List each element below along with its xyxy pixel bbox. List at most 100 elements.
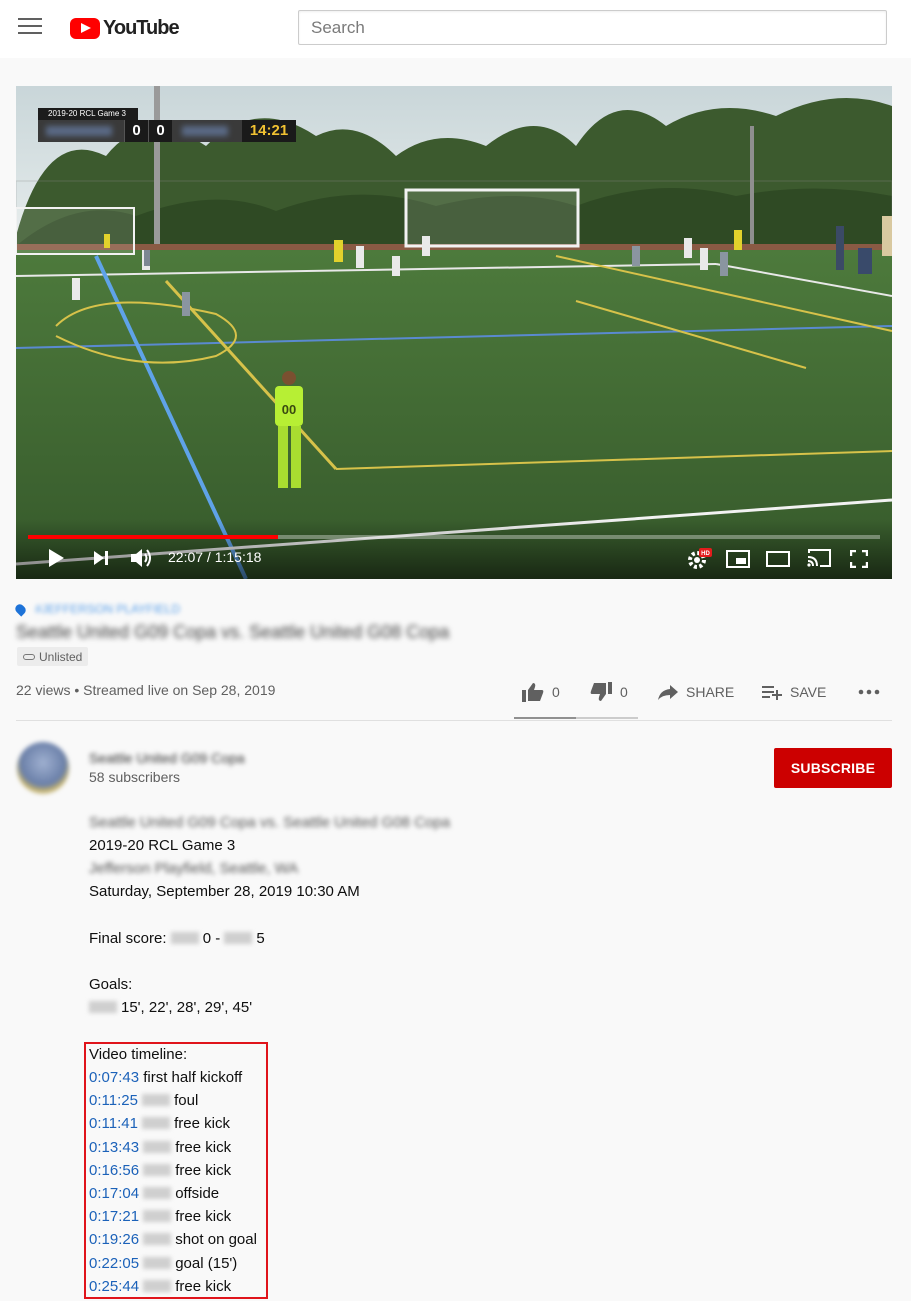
timeline-event: goal (15') (175, 1254, 238, 1272)
cast-icon[interactable] (806, 548, 832, 568)
timeline-entry: 0:11:41 free kick (89, 1115, 230, 1132)
video-player[interactable]: 00 2019-20 RCL Game 3 0 0 14:21 22:07 / … (16, 86, 892, 579)
next-icon[interactable] (92, 550, 110, 566)
fullscreen-icon[interactable] (850, 550, 868, 568)
miniplayer-icon[interactable] (726, 550, 750, 568)
subscribe-button[interactable]: SUBSCRIBE (774, 748, 892, 788)
time-readout: 22:07 / 1:15:18 (168, 549, 262, 565)
settings-icon[interactable]: HD (686, 548, 712, 570)
timeline-event: foul (174, 1092, 199, 1110)
timeline-entry: 0:19:26 shot on goal (89, 1231, 257, 1248)
volume-icon[interactable] (130, 547, 154, 569)
goals-label: Goals: (89, 976, 133, 993)
redacted-team (143, 1163, 172, 1176)
scoreboard-home-score: 0 (124, 120, 148, 142)
menu-icon[interactable] (18, 18, 42, 38)
timestamp-link[interactable]: 0:22:05 (89, 1255, 139, 1272)
redacted-team (143, 1187, 172, 1199)
seek-bar-played (28, 535, 278, 539)
redacted-team (142, 1094, 171, 1107)
redacted-team (143, 1233, 172, 1246)
more-horiz-icon (858, 689, 880, 695)
timeline-entry: 0:13:43 free kick (89, 1139, 231, 1156)
timeline-event: free kick (175, 1208, 232, 1226)
search-input[interactable] (298, 10, 887, 45)
description-line: 2019-20 RCL Game 3 (89, 837, 236, 854)
share-button[interactable]: SHARE (658, 680, 734, 704)
timeline-event: first half kickoff (143, 1069, 243, 1086)
svg-text:HD: HD (701, 551, 710, 557)
top-bar: YouTube (0, 0, 911, 58)
dislike-button[interactable]: 0 (590, 680, 628, 704)
video-frame: 00 (16, 86, 892, 579)
save-button[interactable]: SAVE (762, 680, 826, 704)
view-count-date: 22 views • Streamed live on Sep 28, 2019 (16, 682, 276, 698)
subscriber-count: 58 subscribers (89, 769, 181, 785)
timestamp-link[interactable]: 0:16:56 (89, 1162, 139, 1179)
timeline-entry: 0:11:25 foul (89, 1092, 198, 1109)
unlisted-badge: Unlisted (17, 647, 89, 666)
redacted-team (143, 1210, 172, 1223)
location-pin-icon (13, 601, 28, 617)
scoreboard-clock: 14:21 (242, 120, 296, 142)
goals-line: 15', 22', 28', 29', 45' (89, 999, 252, 1016)
timeline-entry: 0:07:43 first half kickoff (89, 1069, 242, 1086)
channel-avatar[interactable] (17, 742, 69, 794)
like-count: 0 (552, 684, 560, 700)
timestamp-link[interactable]: 0:17:04 (89, 1185, 139, 1202)
timeline-entry: 0:17:04 offside (89, 1185, 219, 1202)
theater-mode-icon[interactable] (766, 551, 790, 567)
timestamp-link[interactable]: 0:13:43 (89, 1139, 139, 1156)
video-title: Seattle United G09 Copa vs. Seattle Unit… (16, 622, 450, 642)
timestamp-link[interactable]: 0:11:41 (89, 1115, 138, 1132)
jersey-number: 00 (282, 402, 296, 417)
timeline-entry: 0:25:44 free kick (89, 1278, 231, 1295)
timeline-event: free kick (174, 1115, 230, 1133)
timeline-event: free kick (175, 1277, 232, 1295)
scoreboard-away-score: 0 (148, 120, 172, 142)
description-line: Seattle United G09 Copa vs. Seattle Unit… (89, 814, 451, 831)
final-score-line: Final score: 0 - 5 (89, 930, 265, 947)
location-hashtag[interactable]: #JEFFERSON PLAYFIELD (13, 601, 180, 617)
timestamp-link[interactable]: 0:19:26 (89, 1231, 139, 1248)
description-line: Saturday, September 28, 2019 10:30 AM (89, 883, 360, 900)
youtube-play-icon (70, 17, 100, 39)
scoreboard-away-team (172, 120, 242, 142)
thumbs-up-icon (522, 683, 544, 702)
dislike-count: 0 (620, 684, 628, 700)
timestamp-link[interactable]: 0:11:25 (89, 1092, 138, 1109)
link-icon (23, 653, 35, 660)
add-to-playlist-icon (762, 686, 782, 700)
timestamp-link[interactable]: 0:25:44 (89, 1278, 139, 1295)
timeline-event: shot on goal (175, 1231, 257, 1249)
share-icon (658, 685, 678, 700)
redacted-team (142, 1117, 171, 1130)
redacted-team (143, 1140, 172, 1153)
description-line: Jefferson Playfield, Seattle, WA (89, 860, 299, 877)
play-icon[interactable] (46, 548, 66, 568)
seek-bar[interactable] (28, 535, 880, 539)
timeline-entry: 0:22:05 goal (15') (89, 1255, 237, 1272)
thumbs-down-icon (590, 682, 612, 701)
redacted-team (143, 1279, 172, 1292)
redacted-team (170, 932, 199, 944)
scoreboard-title: 2019-20 RCL Game 3 (38, 108, 138, 120)
timeline-entry: 0:16:56 free kick (89, 1162, 231, 1179)
timestamp-link[interactable]: 0:07:43 (89, 1069, 139, 1086)
like-ratio-bar (514, 717, 638, 719)
timeline-label: Video timeline: (89, 1046, 188, 1063)
timeline-event: free kick (175, 1161, 232, 1179)
timestamp-link[interactable]: 0:17:21 (89, 1208, 139, 1225)
more-actions-button[interactable] (858, 680, 880, 704)
like-button[interactable]: 0 (522, 680, 560, 704)
logo-text: YouTube (103, 16, 180, 39)
divider (16, 720, 892, 721)
redacted-team (224, 932, 253, 944)
youtube-logo[interactable]: YouTube (70, 16, 180, 40)
channel-name[interactable]: Seattle United G09 Copa (89, 750, 245, 766)
timeline-entry: 0:17:21 free kick (89, 1208, 231, 1225)
timeline-event: free kick (175, 1138, 232, 1156)
timeline-event: offside (175, 1185, 220, 1202)
redacted-team (143, 1256, 172, 1269)
redacted-team (89, 1001, 117, 1013)
